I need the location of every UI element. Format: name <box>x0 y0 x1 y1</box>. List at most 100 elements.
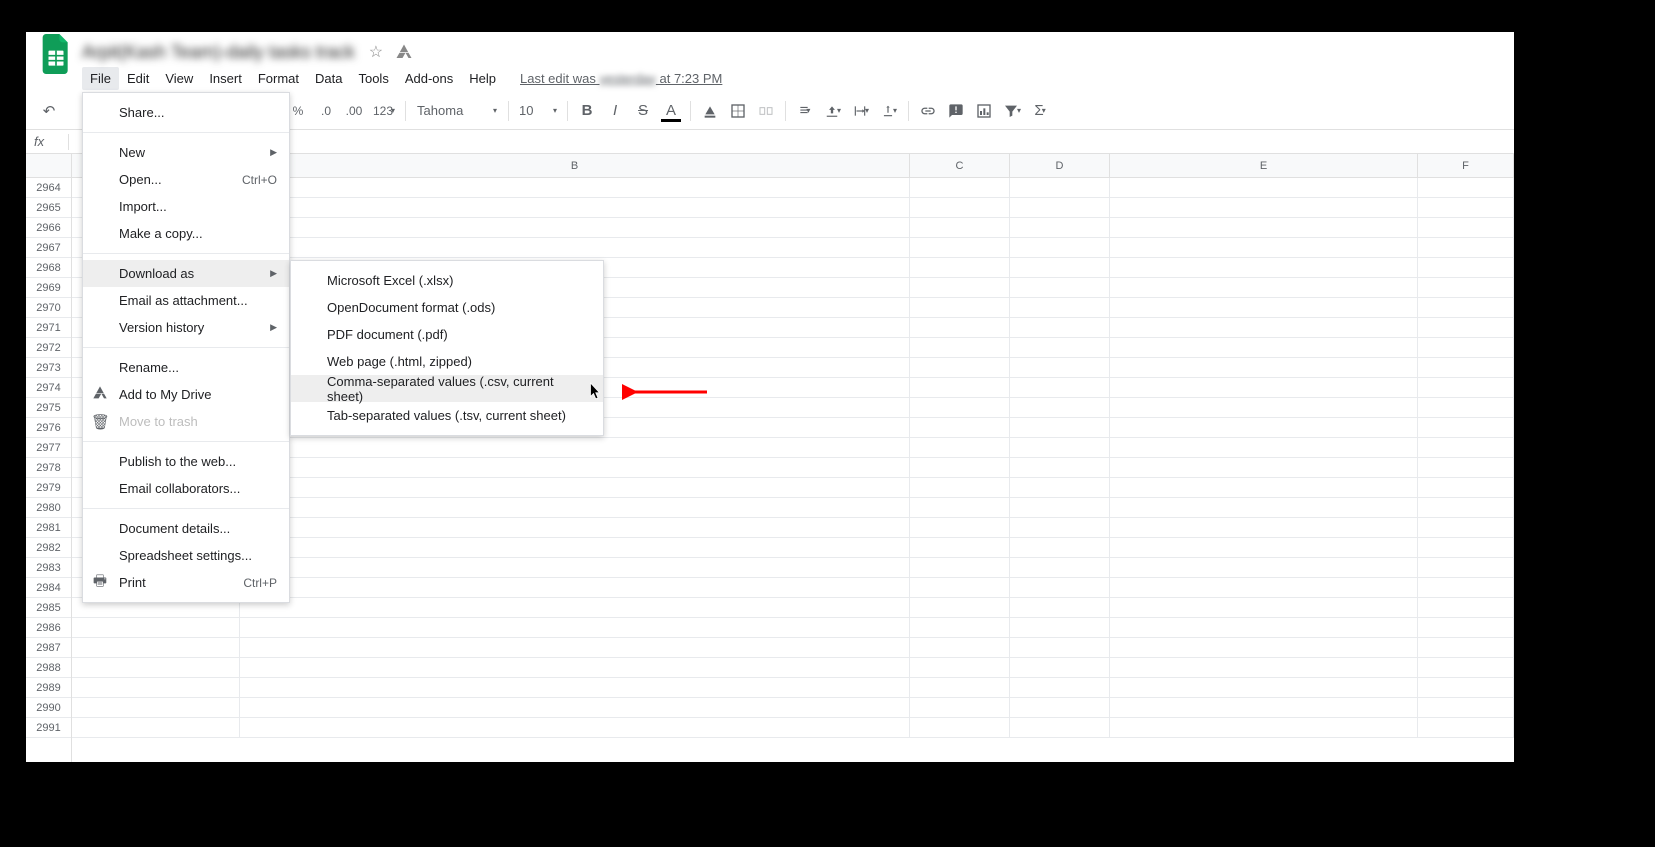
menu-file[interactable]: File <box>82 67 119 90</box>
cell[interactable] <box>1110 598 1418 618</box>
font-size-selector[interactable]: 10 ▾ <box>515 99 561 123</box>
menu-make-copy[interactable]: Make a copy... <box>83 220 289 247</box>
cell[interactable] <box>1110 238 1418 258</box>
cell[interactable] <box>1010 278 1110 298</box>
insert-link-icon[interactable] <box>915 98 941 124</box>
cell[interactable] <box>1418 258 1514 278</box>
cell[interactable] <box>1418 358 1514 378</box>
download-tsv[interactable]: Tab-separated values (.tsv, current shee… <box>291 402 603 429</box>
menu-insert[interactable]: Insert <box>201 67 250 90</box>
cell[interactable] <box>910 218 1010 238</box>
cell[interactable] <box>1010 378 1110 398</box>
cell[interactable] <box>1110 638 1418 658</box>
cell[interactable] <box>1010 498 1110 518</box>
cell[interactable] <box>240 578 910 598</box>
cell[interactable] <box>1010 218 1110 238</box>
menu-import[interactable]: Import... <box>83 193 289 220</box>
cell[interactable] <box>1010 538 1110 558</box>
cell[interactable] <box>240 498 910 518</box>
cell[interactable] <box>1110 258 1418 278</box>
row-header[interactable]: 2986 <box>26 618 71 638</box>
row-header[interactable]: 2972 <box>26 338 71 358</box>
row-header[interactable]: 2980 <box>26 498 71 518</box>
cell[interactable] <box>910 358 1010 378</box>
cell[interactable] <box>1110 338 1418 358</box>
cell[interactable] <box>1110 378 1418 398</box>
row-header[interactable]: 2973 <box>26 358 71 378</box>
filter-icon[interactable]: ▾ <box>999 98 1025 124</box>
row-header[interactable]: 2979 <box>26 478 71 498</box>
cell[interactable] <box>1010 318 1110 338</box>
cell[interactable] <box>72 718 240 738</box>
cell[interactable] <box>240 538 910 558</box>
row-header[interactable]: 2964 <box>26 178 71 198</box>
cell[interactable] <box>1418 678 1514 698</box>
cell[interactable] <box>1010 658 1110 678</box>
cell[interactable] <box>1418 558 1514 578</box>
cell[interactable] <box>1418 218 1514 238</box>
menu-email-attachment[interactable]: Email as attachment... <box>83 287 289 314</box>
cell[interactable] <box>1418 718 1514 738</box>
cell[interactable] <box>240 438 910 458</box>
cell[interactable] <box>910 518 1010 538</box>
download-html[interactable]: Web page (.html, zipped) <box>291 348 603 375</box>
cell[interactable] <box>910 438 1010 458</box>
download-pdf[interactable]: PDF document (.pdf) <box>291 321 603 348</box>
cell[interactable] <box>1010 518 1110 538</box>
cell[interactable] <box>1418 278 1514 298</box>
cell[interactable] <box>910 598 1010 618</box>
row-header[interactable]: 2982 <box>26 538 71 558</box>
cell[interactable] <box>1418 298 1514 318</box>
row-header[interactable]: 2977 <box>26 438 71 458</box>
cell[interactable] <box>910 278 1010 298</box>
cell[interactable] <box>72 698 240 718</box>
cell[interactable] <box>910 178 1010 198</box>
cell[interactable] <box>240 718 910 738</box>
cell[interactable] <box>1010 638 1110 658</box>
download-ods[interactable]: OpenDocument format (.ods) <box>291 294 603 321</box>
cell[interactable] <box>1418 518 1514 538</box>
cell[interactable] <box>1110 218 1418 238</box>
cell[interactable] <box>1010 578 1110 598</box>
cell[interactable] <box>240 198 910 218</box>
row-header[interactable]: 2991 <box>26 718 71 738</box>
cell[interactable] <box>1418 178 1514 198</box>
more-formats-icon[interactable]: 123 ▾ <box>369 98 399 124</box>
cell[interactable] <box>1418 398 1514 418</box>
cell[interactable] <box>1110 498 1418 518</box>
cell[interactable] <box>1010 698 1110 718</box>
cell[interactable] <box>1110 558 1418 578</box>
row-header[interactable]: 2974 <box>26 378 71 398</box>
cell[interactable] <box>1010 178 1110 198</box>
document-title[interactable]: Arpit(Kash Team)-daily tasks track <box>82 42 355 63</box>
cell[interactable] <box>1418 378 1514 398</box>
cell[interactable] <box>1010 338 1110 358</box>
cell[interactable] <box>1110 178 1418 198</box>
cell[interactable] <box>1010 678 1110 698</box>
row-header[interactable]: 2971 <box>26 318 71 338</box>
cell[interactable] <box>240 678 910 698</box>
increase-decimal-icon[interactable]: .00 <box>341 98 367 124</box>
cell[interactable] <box>910 578 1010 598</box>
merge-cells-icon[interactable] <box>753 98 779 124</box>
row-header[interactable]: 2976 <box>26 418 71 438</box>
cell[interactable] <box>1418 458 1514 478</box>
cell[interactable] <box>1110 418 1418 438</box>
cell[interactable] <box>240 598 910 618</box>
cell[interactable] <box>1010 438 1110 458</box>
menu-format[interactable]: Format <box>250 67 307 90</box>
menu-open[interactable]: Open...Ctrl+O <box>83 166 289 193</box>
insert-comment-icon[interactable] <box>943 98 969 124</box>
row-header[interactable]: 2989 <box>26 678 71 698</box>
font-selector[interactable]: Tahoma ▾ <box>412 99 502 123</box>
menu-email-collaborators[interactable]: Email collaborators... <box>83 475 289 502</box>
horizontal-align-icon[interactable]: ≡ ▾ <box>792 98 818 124</box>
cell[interactable] <box>1418 698 1514 718</box>
cell[interactable] <box>1010 258 1110 278</box>
row-header[interactable]: 2968 <box>26 258 71 278</box>
cell[interactable] <box>1010 718 1110 738</box>
cell[interactable] <box>910 558 1010 578</box>
menu-data[interactable]: Data <box>307 67 350 90</box>
cell[interactable] <box>1010 478 1110 498</box>
cell[interactable] <box>1110 658 1418 678</box>
